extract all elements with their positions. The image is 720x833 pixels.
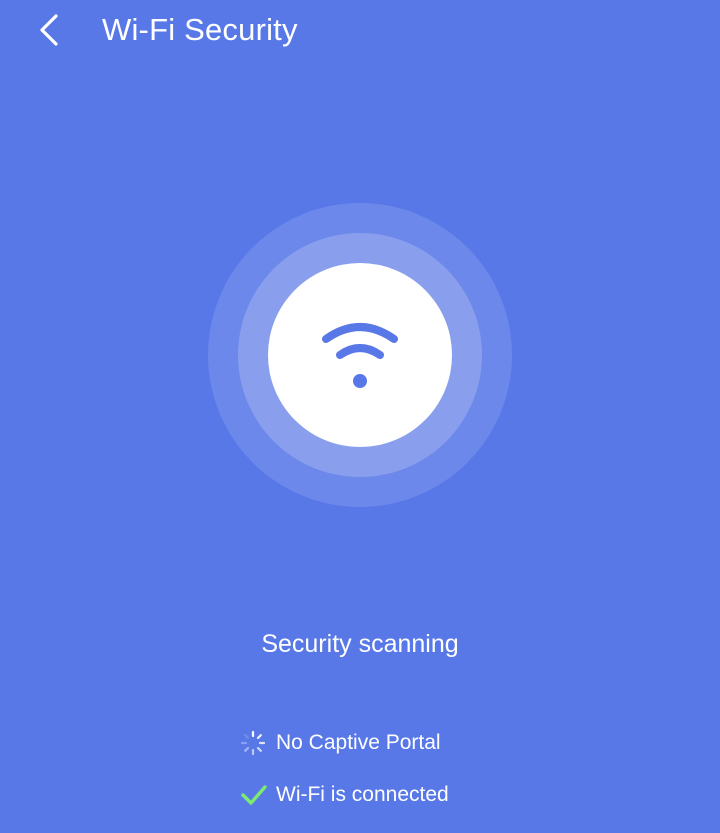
spinner-icon xyxy=(240,728,270,758)
check-item-label: Wi-Fi is connected xyxy=(276,783,449,806)
wifi-icon xyxy=(322,323,398,388)
wifi-scan-visual xyxy=(208,203,512,507)
chevron-left-icon xyxy=(40,14,58,46)
page-title: Wi-Fi Security xyxy=(102,12,298,47)
check-item-wifi-connected: Wi-Fi is connected xyxy=(240,780,449,810)
scan-status-text: Security scanning xyxy=(261,630,459,658)
back-button[interactable] xyxy=(32,10,68,50)
app-header: Wi-Fi Security xyxy=(0,0,720,62)
check-item-captive-portal: No Captive Portal xyxy=(240,728,441,758)
check-icon xyxy=(240,780,270,810)
check-item-label: No Captive Portal xyxy=(276,731,441,754)
